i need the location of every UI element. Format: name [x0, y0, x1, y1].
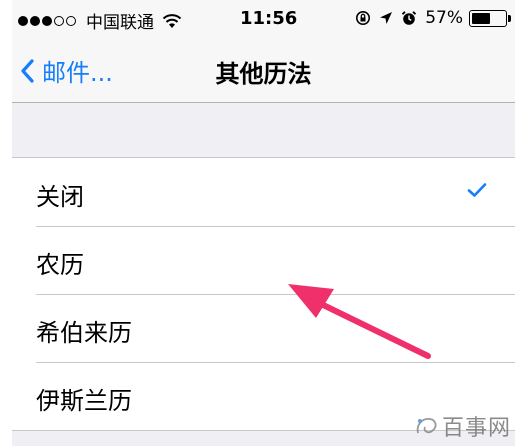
status-time: 11:56 [240, 8, 298, 29]
watermark-text: 百事网 [441, 416, 511, 441]
location-arrow-icon [380, 12, 393, 24]
calendar-option-chinese[interactable]: 农历 [12, 226, 515, 294]
battery-percentage: 57% [425, 8, 463, 28]
signal-strength-icon [18, 15, 78, 26]
status-bar: 中国联通 11:56 57% [12, 0, 515, 38]
battery-icon [469, 9, 511, 27]
wifi-icon [162, 13, 182, 28]
option-label: 关闭 [36, 183, 84, 211]
calendar-options-list: 关闭 农历 希伯来历 伊斯兰历 [12, 157, 515, 431]
watermark-logo: 百事网 [414, 410, 511, 442]
alarm-clock-icon [402, 11, 417, 25]
navigation-bar: 邮件... 其他历法 [12, 38, 515, 103]
settings-screen: 中国联通 11:56 57% 邮件... 其他历法 关闭 农历 希伯来历 伊斯兰… [12, 0, 515, 446]
carrier-name: 中国联通 [86, 13, 154, 33]
status-right: 57% [355, 8, 511, 28]
battery-cap [508, 14, 511, 22]
calendar-option-off[interactable]: 关闭 [12, 158, 515, 226]
checkmark-icon [467, 183, 487, 197]
page-title: 其他历法 [215, 60, 312, 88]
orientation-lock-icon [356, 11, 371, 25]
watermark-swirl-icon [416, 418, 437, 434]
calendar-option-hebrew[interactable]: 希伯来历 [12, 294, 515, 362]
status-left: 中国联通 [18, 8, 182, 33]
option-label: 伊斯兰历 [36, 387, 132, 415]
option-label: 农历 [36, 251, 84, 279]
battery-fill [472, 12, 490, 24]
option-label: 希伯来历 [36, 319, 132, 347]
